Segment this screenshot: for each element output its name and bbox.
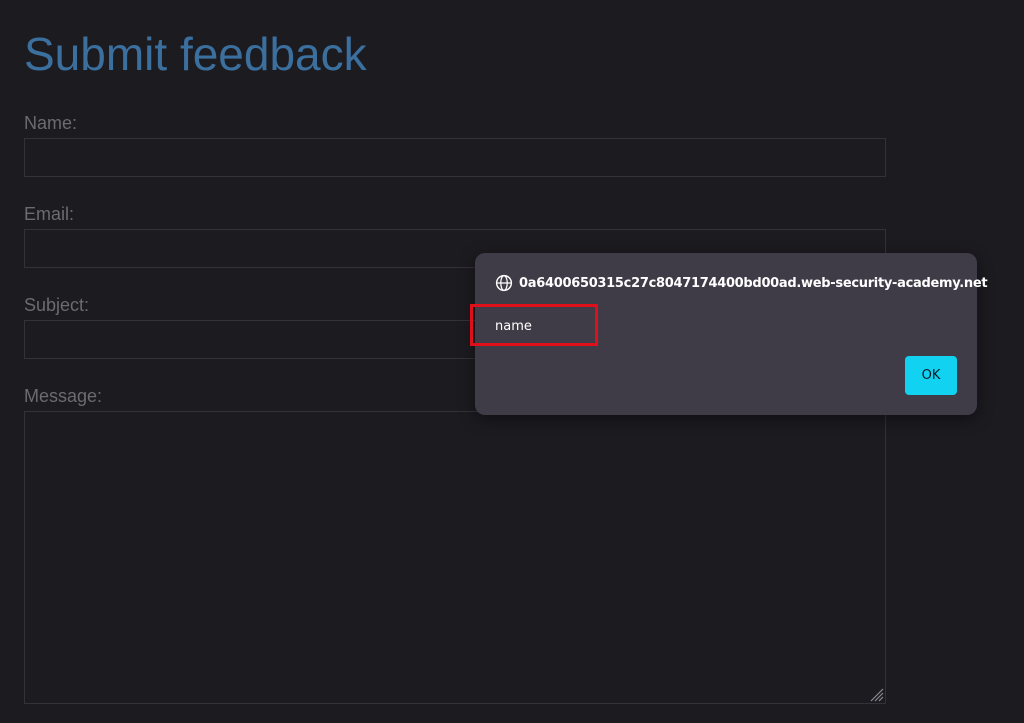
alert-dialog: 0a6400650315c27c8047174400bd00ad.web-sec…: [475, 253, 988, 415]
name-input[interactable]: [24, 138, 886, 177]
email-label: Email:: [24, 204, 75, 224]
ok-button[interactable]: OK: [905, 356, 957, 395]
subject-label: Subject:: [24, 295, 90, 315]
message-label: Message:: [24, 386, 103, 406]
alert-origin: 0a6400650315c27c8047174400bd00ad.web-sec…: [495, 273, 988, 293]
alert-origin-text: 0a6400650315c27c8047174400bd00ad.web-sec…: [519, 275, 988, 291]
globe-icon: [495, 274, 513, 292]
message-textarea[interactable]: [24, 411, 886, 704]
alert-message: name: [495, 319, 532, 334]
name-label: Name:: [24, 113, 78, 133]
resize-grip-icon[interactable]: [868, 686, 884, 702]
page-title: Submit feedback: [24, 28, 367, 80]
